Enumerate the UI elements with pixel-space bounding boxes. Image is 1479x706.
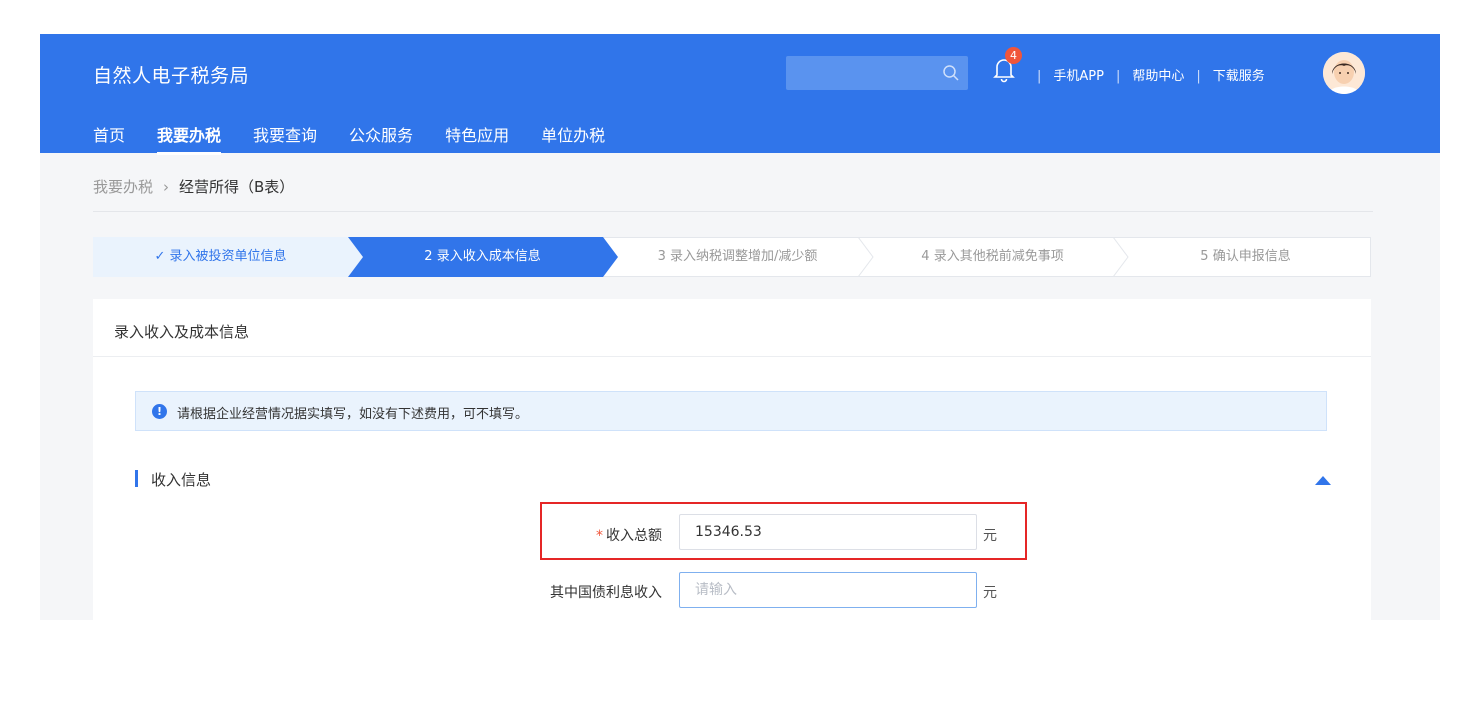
breadcrumb-current: 经营所得（B表） (179, 178, 295, 196)
mobile-app-link[interactable]: 手机APP (1053, 65, 1104, 84)
bond-interest-unit: 元 (983, 585, 997, 601)
step-progress: ✓ 录入被投资单位信息 2 录入收入成本信息 3 录入纳税调整增加/减少额 4 … (93, 237, 1371, 277)
info-icon: ! (152, 404, 167, 419)
nav-featured-apps[interactable]: 特色应用 (445, 122, 509, 155)
app-title: 自然人电子税务局 (93, 65, 250, 87)
notice-text: 请根据企业经营情况据实填写，如没有下述费用，可不填写。 (177, 407, 529, 422)
nav-home[interactable]: 首页 (93, 122, 125, 155)
income-cost-card: 录入收入及成本信息 ! 请根据企业经营情况据实填写，如没有下述费用，可不填写。 … (93, 299, 1371, 620)
search-icon[interactable] (942, 64, 960, 82)
divider (93, 211, 1373, 212)
avatar[interactable] (1323, 52, 1365, 94)
bond-interest-input[interactable]: 请输入 (679, 572, 977, 608)
step-5[interactable]: 5 确认申报信息 (1120, 237, 1371, 277)
highlight-box (540, 502, 1027, 560)
section-accent-bar (135, 470, 138, 487)
section-title: 收入信息 (151, 471, 212, 489)
nav-query[interactable]: 我要查询 (253, 122, 317, 155)
info-notice: ! 请根据企业经营情况据实填写，如没有下述费用，可不填写。 (135, 391, 1327, 431)
step-1[interactable]: ✓ 录入被投资单位信息 (93, 237, 348, 277)
nav-unit-tax[interactable]: 单位办税 (541, 122, 605, 155)
app-window: 自然人电子税务局 4 | 手机APP | 帮助中心 | 下载服务 首页 我要办税… (40, 34, 1440, 620)
breadcrumb-chevron-icon: › (163, 178, 170, 196)
card-divider (93, 356, 1371, 357)
nav-tax-handling[interactable]: 我要办税 (157, 122, 222, 155)
download-service-link[interactable]: 下载服务 (1213, 65, 1265, 84)
step-4[interactable]: 4 录入其他税前减免事项 (865, 237, 1120, 277)
step-3[interactable]: 3 录入纳税调整增加/减少额 (610, 237, 865, 277)
search-input[interactable] (786, 56, 968, 90)
notification-badge: 4 (1005, 47, 1022, 64)
breadcrumb-parent[interactable]: 我要办税 (93, 178, 153, 196)
top-header: 自然人电子税务局 4 | 手机APP | 帮助中心 | 下载服务 首页 我要办税… (40, 34, 1440, 155)
main-nav: 首页 我要办税 我要查询 公众服务 特色应用 单位办税 (93, 122, 637, 155)
step-2[interactable]: 2 录入收入成本信息 (355, 237, 610, 277)
help-center-link[interactable]: 帮助中心 (1132, 65, 1184, 84)
breadcrumb: 我要办税 › 经营所得（B表） (93, 176, 294, 197)
top-links: | 手机APP | 帮助中心 | 下载服务 (1037, 65, 1265, 84)
collapse-up-icon[interactable] (1315, 475, 1331, 485)
card-title: 录入收入及成本信息 (114, 323, 250, 341)
nav-public-service[interactable]: 公众服务 (349, 122, 413, 155)
bond-interest-label: 其中国债利息收入 (550, 585, 662, 601)
